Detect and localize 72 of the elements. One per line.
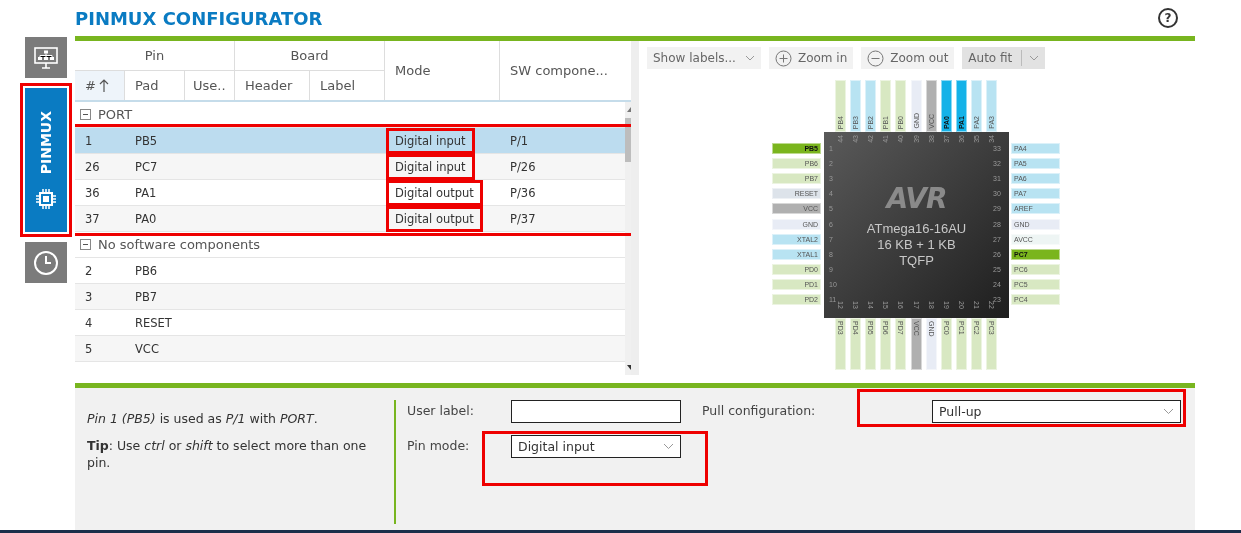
pinmux-tab[interactable]: PINMUX [25,88,67,232]
sort-arrow-icon [98,78,109,93]
info-text: Pin 1 (PB5) is used as P/1 with PORT. [87,409,319,427]
auto-fit-button[interactable]: Auto fit [962,47,1046,69]
column-header[interactable]: Use.. [185,71,235,100]
table-cell: Digital input [389,130,472,151]
clock-icon [33,249,59,276]
caret-icon [1163,407,1174,415]
table-cell-text: PA1 [134,184,158,202]
plus-circle-icon [774,49,792,67]
table-row[interactable]: 26 PC7 Digital input P/26 [75,154,625,180]
table-cell-text: RESET [134,314,173,332]
chip-name: ATmega16-16AU [866,220,967,237]
collapse-icon [80,109,91,120]
table-row[interactable]: 36 PA1 Digital output P/36 [75,180,625,206]
table-cell-text: 36 [84,184,101,202]
caret-icon [663,442,674,450]
help-icon[interactable]: ? [1158,8,1178,28]
chip-icon [36,188,56,209]
table-cell: Digital input [389,156,472,177]
table-cell-text: 3 [84,288,94,306]
table-cell: P/36 [510,185,536,200]
chip-memory: 16 KB + 1 KB [877,236,956,253]
table-cell-text: PB5 [134,132,159,150]
table-cell-text: PC7 [134,158,159,176]
field-label: Pin mode: [407,436,471,455]
user-label-field[interactable] [511,399,681,423]
monitor-icon [34,46,58,69]
table-row[interactable]: 3 PB7 [75,284,625,310]
table-cell: Digital output [389,208,480,229]
field-label: Pull configuration: [702,401,817,420]
column-header[interactable]: Label [310,71,385,100]
column-header[interactable]: Pad [125,71,185,100]
table-cell-text: PA0 [134,210,158,228]
table-cell-text: 5 [84,340,94,358]
column-header[interactable]: Mode [385,41,500,100]
caret-icon [744,55,755,61]
zoom-out-button[interactable]: Zoom out [861,47,955,69]
table-cell-text: 26 [84,158,101,176]
column-header[interactable]: # [75,71,125,100]
table-cell: P/26 [510,159,536,174]
table-cell: P/37 [510,211,536,226]
column-header[interactable]: Header [235,71,310,100]
table-cell-text: 4 [84,314,94,332]
collapse-icon [80,239,91,250]
pull-configuration-select[interactable]: Pull-up [932,399,1181,423]
column-group-header: Board [235,41,385,71]
table-cell: P/1 [510,133,529,148]
field-label: User label: [407,401,475,420]
table-cell: Digital output [389,182,480,203]
caret-icon [1029,55,1040,61]
dashboard-tab[interactable] [25,37,67,78]
table-row[interactable]: 37 PA0 Digital output P/37 [75,206,625,232]
table-cell-text: 1 [84,132,94,150]
pin-mode-select[interactable]: Digital input [511,434,681,458]
chip-logo: AVR [886,181,947,215]
minus-circle-icon [867,49,885,67]
table-cell-text: PB6 [134,262,159,280]
table-cell-text: 2 [84,262,94,280]
table-row[interactable]: 1 PB5 Digital input P/1 [75,128,625,154]
table-cell-text: VCC [134,340,160,358]
column-header[interactable]: SW compone... [500,41,631,100]
page-title: PINMUX CONFIGURATOR [75,7,323,29]
show-labels-dropdown[interactable]: Show labels... [647,47,761,69]
table-cell-text: PB7 [134,288,159,306]
info-text: Tip: Use ctrl or shift to select more than one pin. [87,436,368,471]
chip-package: TQFP [899,252,934,269]
clock-tab[interactable] [25,242,67,283]
table-cell-text: 37 [84,210,101,228]
table-row[interactable]: 5 VCC [75,336,625,362]
zoom-in-button[interactable]: Zoom in [768,47,854,69]
group-header[interactable]: No software components [75,232,625,258]
